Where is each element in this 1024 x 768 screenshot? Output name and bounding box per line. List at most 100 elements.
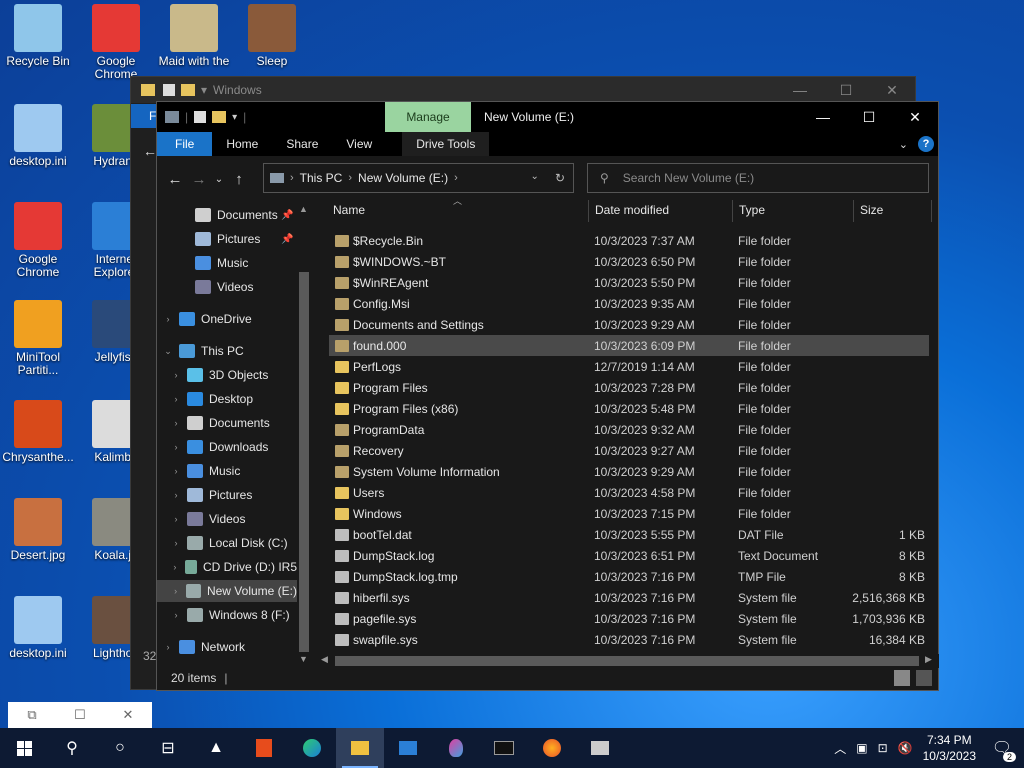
device-icon[interactable]: ▣	[856, 741, 867, 755]
file-row[interactable]: Program Files 10/3/2023 7:28 PM File folde…	[329, 377, 929, 398]
large-icons-view-icon[interactable]	[916, 670, 932, 686]
back-arrow-icon[interactable]: ←	[163, 171, 187, 188]
chevron-right-icon[interactable]: ›	[171, 394, 181, 404]
help-icon[interactable]: ?	[918, 136, 934, 152]
chevron-right-icon[interactable]: ›	[171, 442, 181, 452]
minimize-button[interactable]: —	[777, 82, 823, 99]
chevron-right-icon[interactable]: ›	[348, 172, 352, 184]
nav-item[interactable]: › New Volume (E:)	[157, 580, 297, 602]
chevron-up-icon[interactable]: ︿	[834, 740, 846, 757]
volume-muted-icon[interactable]: 🔇	[898, 741, 913, 755]
address-bar[interactable]: › This PC › New Volume (E:) › ⌄ ↻	[263, 163, 574, 193]
file-row[interactable]: Config.Msi 10/3/2023 9:35 AM File folder	[329, 293, 929, 314]
chevron-down-icon[interactable]: ⌄	[163, 346, 173, 357]
chevron-right-icon[interactable]: ›	[290, 172, 294, 184]
maximize-button[interactable]: ☐	[823, 82, 869, 99]
file-row[interactable]: hiberfil.sys 10/3/2023 7:16 PM System file…	[329, 587, 929, 608]
close-button[interactable]: ✕	[892, 102, 938, 132]
file-row[interactable]: $Recycle.Bin 10/3/2023 7:37 AM File folder	[329, 230, 929, 251]
nav-item[interactable]: › Network	[157, 636, 297, 658]
search-button[interactable]: ⚲	[48, 728, 96, 768]
chevron-right-icon[interactable]: ›	[171, 586, 180, 596]
file-row[interactable]: bootTel.dat 10/3/2023 5:55 PM DAT File 1 KB	[329, 524, 929, 545]
file-row[interactable]: Documents and Settings 10/3/2023 9:29 AM F…	[329, 314, 929, 335]
desktop-icon[interactable]: MiniTool Partiti...	[0, 300, 76, 377]
scroll-right-icon[interactable]: ▶	[925, 654, 932, 665]
taskbar-app-installer[interactable]	[576, 728, 624, 768]
close-icon[interactable]: ✕	[104, 707, 152, 723]
nav-item[interactable]: ⌄ This PC	[157, 340, 297, 362]
tab-drive-tools[interactable]: Drive Tools	[402, 132, 490, 156]
file-row[interactable]: Windows 10/3/2023 7:15 PM File folder	[329, 503, 929, 524]
nav-item[interactable]: Videos	[157, 276, 297, 298]
chevron-right-icon[interactable]: ›	[171, 490, 181, 500]
chevron-right-icon[interactable]: ›	[171, 370, 181, 380]
search-box[interactable]: ⚲ Search New Volume (E:)	[587, 163, 929, 193]
file-row[interactable]: $WINDOWS.~BT 10/3/2023 6:50 PM File folder	[329, 251, 929, 272]
task-view-button[interactable]: ⊟	[144, 728, 192, 768]
nav-item[interactable]: Pictures 📌	[157, 228, 297, 250]
chevron-right-icon[interactable]: ›	[171, 538, 181, 548]
taskbar-app-edge[interactable]	[288, 728, 336, 768]
column-header-type[interactable]: Type	[739, 196, 765, 224]
nav-item[interactable]: › Downloads	[157, 436, 297, 458]
nav-item[interactable]: › Windows 8 (F:)	[157, 604, 297, 626]
chevron-right-icon[interactable]: ›	[171, 514, 181, 524]
taskbar-app-file-explorer[interactable]	[336, 728, 384, 768]
desktop-icon[interactable]: desktop.ini	[0, 596, 76, 660]
nav-item[interactable]: › Pictures	[157, 484, 297, 506]
recent-locations-icon[interactable]: ⌄	[211, 174, 227, 185]
file-row[interactable]: Program Files (x86) 10/3/2023 5:48 PM File…	[329, 398, 929, 419]
nav-item[interactable]: › CD Drive (D:) IR5	[157, 556, 297, 578]
tab-file[interactable]: File	[157, 132, 213, 156]
file-row[interactable]: DumpStack.log.tmp 10/3/2023 7:16 PM TMP Fi…	[329, 566, 929, 587]
scroll-up-icon[interactable]: ▲	[299, 204, 308, 214]
file-row[interactable]: found.000 10/3/2023 6:09 PM File folder	[329, 335, 929, 356]
taskbar-app-paint[interactable]	[432, 728, 480, 768]
column-divider[interactable]	[732, 200, 733, 222]
chevron-right-icon[interactable]: ›	[163, 314, 173, 324]
taskbar-app-office[interactable]	[240, 728, 288, 768]
chevron-right-icon[interactable]: ›	[171, 466, 181, 476]
chevron-right-icon[interactable]: ›	[171, 562, 179, 572]
nav-item[interactable]: › Documents	[157, 412, 297, 434]
details-view-icon[interactable]	[894, 670, 910, 686]
file-row[interactable]: ProgramData 10/3/2023 9:32 AM File folder	[329, 419, 929, 440]
maximize-icon[interactable]: ☐	[56, 707, 104, 723]
taskbar-app-cmd[interactable]	[480, 728, 528, 768]
manage-context-tab[interactable]: Manage	[385, 102, 471, 132]
desktop-icon[interactable]: Google Chrome	[78, 4, 154, 81]
action-center-button[interactable]: 🗨 2	[986, 738, 1018, 762]
new-folder-icon[interactable]	[212, 111, 227, 123]
breadcrumb-this-pc[interactable]: This PC	[300, 171, 343, 185]
taskbar-app-control-panel[interactable]	[384, 728, 432, 768]
file-row[interactable]: DumpStack.log 10/3/2023 6:51 PM Text Docum…	[329, 545, 929, 566]
file-row[interactable]: pagefile.sys 10/3/2023 7:16 PM System file…	[329, 608, 929, 629]
file-row[interactable]: PerfLogs 12/7/2019 1:14 AM File folder	[329, 356, 929, 377]
nav-scroll-thumb[interactable]	[299, 272, 309, 652]
chevron-right-icon[interactable]: ›	[171, 610, 181, 620]
desktop-icon[interactable]: Maid with the	[156, 4, 232, 68]
customize-qat-icon[interactable]: ▾	[232, 112, 237, 123]
maximize-button[interactable]: ☐	[846, 102, 892, 132]
column-header-size[interactable]: Size	[860, 196, 883, 224]
breadcrumb-new-volume[interactable]: New Volume (E:)	[358, 171, 448, 185]
h-scroll-thumb[interactable]	[335, 656, 919, 666]
desktop-icon[interactable]: Chrysanthe...	[0, 400, 76, 464]
scroll-left-icon[interactable]: ◀	[321, 654, 328, 665]
up-arrow-icon[interactable]: ↑	[227, 171, 251, 188]
clock[interactable]: 7:34 PM 10/3/2023	[923, 732, 976, 764]
column-divider[interactable]	[588, 200, 589, 222]
desktop-icon[interactable]: desktop.ini	[0, 104, 76, 168]
expand-ribbon-icon[interactable]: ⌄	[899, 138, 908, 151]
column-divider[interactable]	[853, 200, 854, 222]
bg-window-titlebar[interactable]: ▾ Windows — ☐ ✕	[131, 77, 915, 103]
tab-home[interactable]: Home	[212, 132, 272, 156]
column-header-date[interactable]: Date modified	[595, 196, 669, 224]
file-row[interactable]: Users 10/3/2023 4:58 PM File folder	[329, 482, 929, 503]
column-divider[interactable]	[931, 200, 932, 222]
nav-item[interactable]: › Videos	[157, 508, 297, 530]
forward-arrow-icon[interactable]: →	[187, 171, 211, 188]
taskbar-app-photos[interactable]: ▲	[192, 728, 240, 768]
file-row[interactable]: Recovery 10/3/2023 9:27 AM File folder	[329, 440, 929, 461]
